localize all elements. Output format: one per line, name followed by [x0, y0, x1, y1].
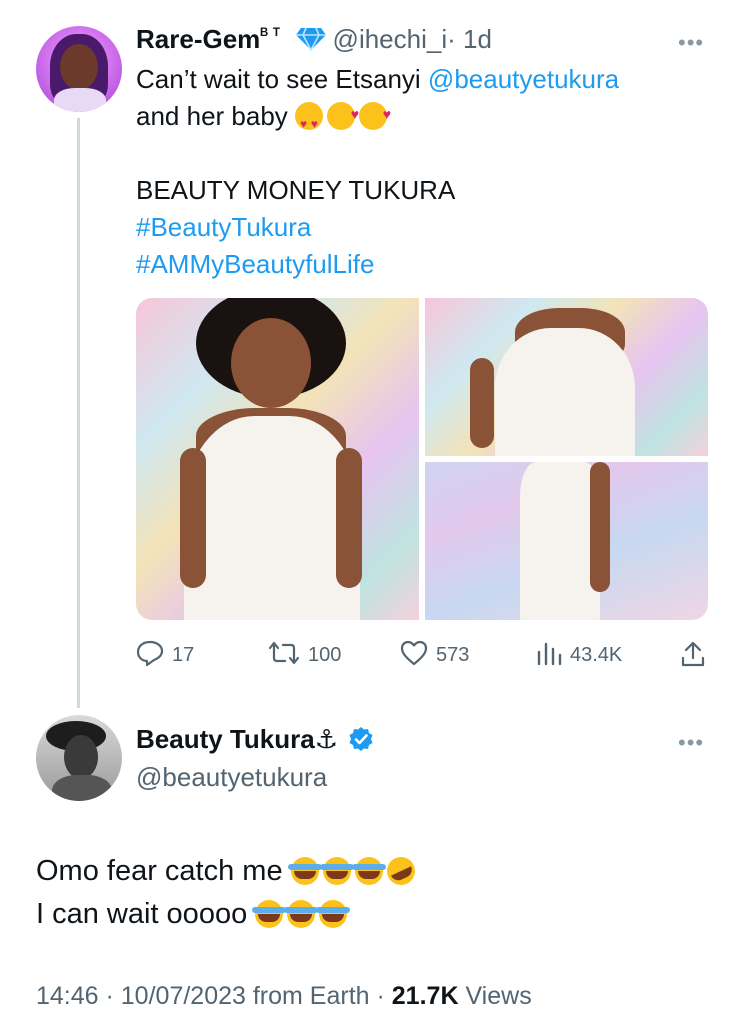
- tweet2-source: from Earth: [252, 982, 370, 1010]
- face-with-tears-of-joy-emoji-icon: [316, 900, 351, 928]
- hashtag-beautytukura-link[interactable]: #BeautyTukura: [136, 209, 716, 246]
- tweet1-time[interactable]: · 1d: [447, 24, 492, 54]
- face-with-tears-of-joy-emoji-icon: [351, 857, 386, 885]
- avatar-beauty-tukura[interactable]: [36, 715, 122, 801]
- tweet2-display-name[interactable]: Beauty Tukura: [136, 724, 315, 754]
- reply-icon: [136, 640, 164, 667]
- tweet2-more-icon[interactable]: •••: [678, 730, 704, 756]
- face-with-tears-of-joy-emoji-icon: [319, 857, 354, 885]
- smiling-face-with-hearts-emoji-icon: [327, 96, 359, 133]
- reply-button[interactable]: 17: [136, 640, 194, 667]
- tweet1-header: Rare-Gemᴮ ᵀ @ihechi_i· 1d: [136, 24, 492, 56]
- share-button[interactable]: [680, 640, 706, 673]
- photo-2[interactable]: [425, 298, 708, 456]
- views-button[interactable]: 43.4K: [536, 640, 622, 667]
- verified-badge-icon: [348, 726, 374, 757]
- smiling-face-with-hearts-emoji-icon: [359, 96, 391, 133]
- face-with-tears-of-joy-emoji-icon: [284, 900, 319, 928]
- tweet1-display-name[interactable]: Rare-Gem: [136, 24, 260, 54]
- face-with-tears-of-joy-emoji-icon: [287, 857, 322, 885]
- rolling-on-floor-laughing-emoji-icon: [382, 852, 420, 890]
- tweet1-name-suffix: ᴮ ᵀ: [260, 25, 281, 44]
- heart-icon: [400, 640, 428, 666]
- anchor-icon: ⚓: [314, 724, 338, 754]
- retweet-count: 100: [308, 644, 342, 666]
- retweet-button[interactable]: 100: [268, 640, 341, 667]
- hashtag-ammybeautyfullife-link[interactable]: #AMMyBeautyfulLife: [136, 246, 716, 283]
- tweet1-media-grid: [136, 298, 708, 620]
- photo-1[interactable]: [136, 298, 419, 620]
- views-count: 43.4K: [570, 644, 623, 666]
- tweet2-views-count: 21.7K: [391, 982, 459, 1010]
- thread-connector-line: [77, 118, 80, 708]
- tweet1-more-icon[interactable]: •••: [678, 30, 704, 56]
- avatar-rare-gem[interactable]: [36, 26, 122, 112]
- tweet2-meta: 14:46 · 10/07/2023 from Earth · 21.7K Vi…: [36, 982, 532, 1010]
- share-icon: [681, 641, 705, 667]
- tweet2-date[interactable]: 10/07/2023: [121, 982, 246, 1010]
- heart-eyes-emoji-icon: [295, 102, 324, 143]
- like-button[interactable]: 573: [400, 640, 469, 667]
- tweet2-line2: I can wait ooooo: [36, 898, 248, 930]
- photo-3[interactable]: [425, 462, 708, 620]
- tweet1-mention-link[interactable]: @beautyetukura: [428, 64, 619, 94]
- tweet2-time[interactable]: 14:46: [36, 982, 99, 1010]
- tweet1-line2: and her baby: [136, 101, 288, 131]
- tweet2-handle[interactable]: @beautyetukura: [136, 762, 327, 793]
- views-chart-icon: [537, 642, 562, 666]
- tweet2-line1: Omo fear catch me: [36, 855, 283, 887]
- tweet2-body: Omo fear catch me I can wait ooooo: [36, 850, 716, 936]
- face-with-tears-of-joy-emoji-icon: [252, 900, 287, 928]
- tweet1-line3: BEAUTY MONEY TUKURA: [136, 175, 456, 205]
- tweet1-line1: Can’t wait to see Etsanyi: [136, 64, 428, 94]
- tweet2-header: Beauty Tukura⚓: [136, 724, 374, 757]
- tweet2-views-label: Views: [465, 982, 532, 1010]
- tweet1-body: Can’t wait to see Etsanyi @beautyetukura…: [136, 61, 716, 283]
- reply-count: 17: [172, 644, 195, 666]
- tweet1-handle[interactable]: @ihechi_i: [333, 24, 448, 54]
- diamond-icon: [295, 27, 327, 56]
- like-count: 573: [436, 644, 470, 666]
- retweet-icon: [268, 641, 300, 665]
